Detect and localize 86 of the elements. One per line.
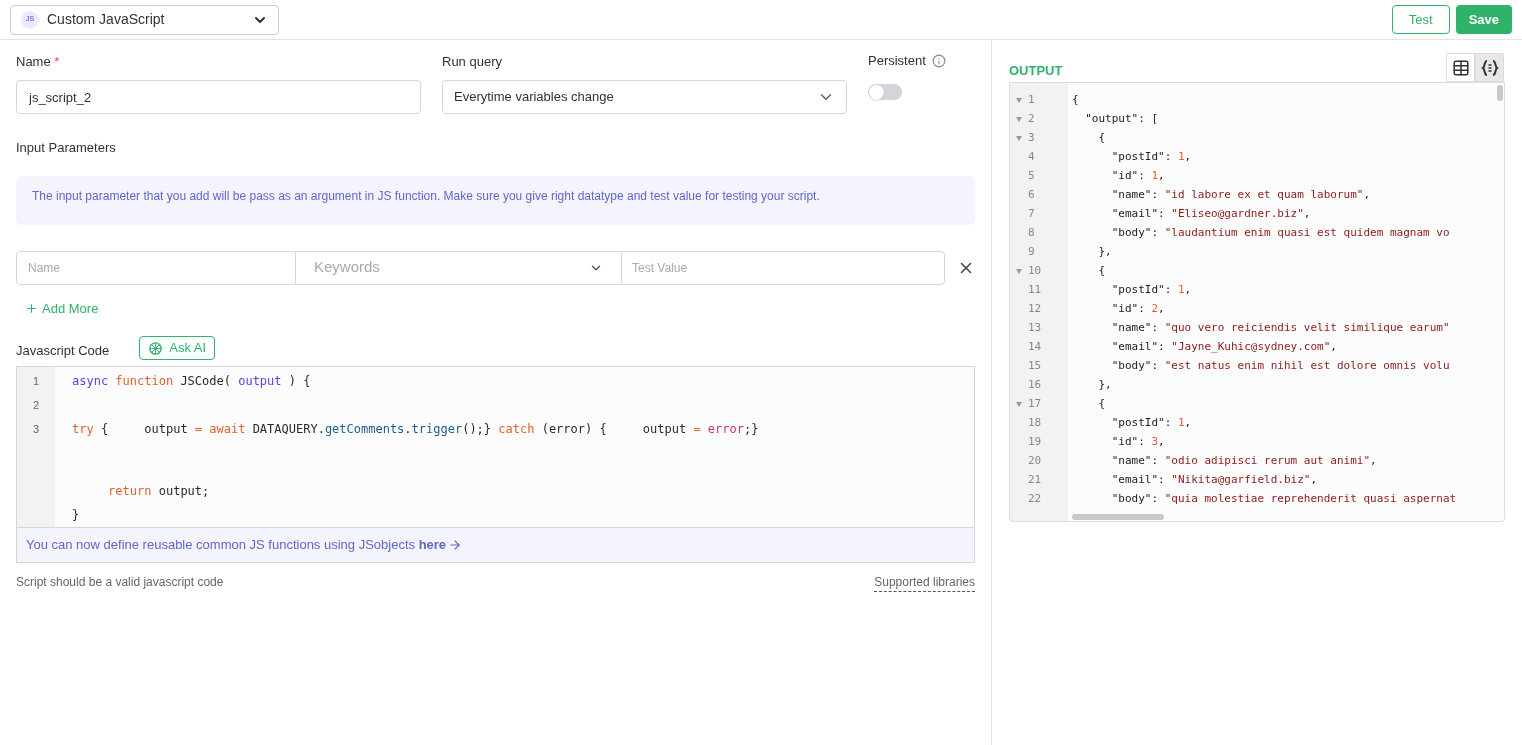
supported-libraries-link[interactable]: Supported libraries: [874, 573, 975, 592]
code-hint: Script should be a valid javascript code: [16, 574, 224, 591]
code-line: try { output = await DATAQUERY.getComments.trigger();} catch (error) { output = error;}: [72, 421, 759, 438]
json-line: "body": "est natus enim nihil est dolore omnis volu: [1110, 358, 1450, 375]
line-number: 3: [32, 421, 40, 437]
name-label: Name: [16, 54, 51, 69]
json-line: "postId": 1,: [1110, 282, 1192, 299]
line-number: 19: [1028, 434, 1043, 451]
code-label: Javascript Code: [16, 341, 110, 360]
json-line: },: [1097, 244, 1112, 261]
required-mark: *: [54, 54, 60, 69]
plus-icon: [25, 301, 38, 315]
line-number: 5: [1028, 168, 1036, 185]
table-view-button[interactable]: [1446, 53, 1475, 82]
keywords-select[interactable]: Keywords: [296, 250, 621, 285]
json-line: "postId": 1,: [1110, 415, 1192, 432]
braces-icon: [1480, 58, 1499, 77]
info-icon: [931, 54, 946, 68]
table-icon: [1451, 58, 1470, 77]
scrollbar-thumb[interactable]: [1497, 85, 1503, 101]
section-title: Input Parameters: [16, 139, 117, 157]
run-query-select[interactable]: Everytime variables change: [442, 80, 847, 114]
persistent-toggle[interactable]: [868, 84, 902, 100]
fold-arrow-icon[interactable]: [1016, 269, 1022, 274]
line-number: 2: [1028, 111, 1036, 128]
json-line: "postId": 1,: [1110, 149, 1192, 166]
json-line: },: [1097, 377, 1112, 394]
json-line: "body": "quia molestiae reprehenderit quasi aspernat: [1110, 491, 1457, 508]
json-line: "email": "Eliseo@gardner.biz",: [1110, 206, 1311, 223]
line-number: 21: [1028, 472, 1043, 489]
line-number: 16: [1028, 377, 1043, 394]
line-number: 1: [1028, 92, 1036, 109]
jsobjects-hint: You can now define reusable common JS functions using JSobjects here: [26, 536, 447, 555]
fold-arrow-icon[interactable]: [1016, 402, 1022, 407]
line-number: 13: [1028, 320, 1043, 337]
line-number: 11: [1028, 282, 1043, 299]
line-number: 14: [1028, 339, 1043, 356]
json-line: "name": "quo vero reiciendis velit similique earum": [1110, 320, 1450, 337]
fold-arrow-icon[interactable]: [1016, 117, 1022, 122]
json-line: "name": "id labore ex et quam laborum",: [1110, 187, 1371, 204]
code-line: return output;: [107, 483, 210, 500]
json-line: {: [1097, 130, 1106, 147]
line-number: 2: [32, 397, 40, 413]
json-view-button[interactable]: [1475, 53, 1504, 82]
json-line: "id": 1,: [1110, 168, 1165, 185]
json-line: {: [1097, 396, 1106, 413]
code-line: }: [72, 507, 80, 524]
source-label: Custom JavaScript: [47, 10, 166, 29]
line-number: 4: [1028, 149, 1036, 166]
json-line: "email": "Jayne_Kuhic@sydney.com",: [1110, 339, 1337, 356]
json-line: {: [1097, 263, 1106, 280]
line-number: 20: [1028, 453, 1043, 470]
line-number: 7: [1028, 206, 1036, 223]
line-number: 8: [1028, 225, 1036, 242]
line-number: 12: [1028, 301, 1043, 318]
line-number: 3: [1028, 130, 1036, 147]
json-line: "name": "odio adipisci rerum aut animi",: [1110, 453, 1377, 470]
output-title: OUTPUT: [1009, 61, 1063, 80]
persistent-label: Persistent: [868, 52, 926, 71]
json-line: "body": "laudantium enim quasi est quidem magnam vo: [1110, 225, 1450, 242]
save-button[interactable]: Save: [1455, 5, 1512, 34]
line-number: 18: [1028, 415, 1043, 432]
line-number: 15: [1028, 358, 1043, 375]
info-message: The input parameter that you add will be pass as an argument in JS function. Make sure you give right datatype and test value for testing your script.: [16, 175, 975, 225]
param-name-field[interactable]: Name: [16, 250, 296, 285]
fold-arrow-icon[interactable]: [1016, 98, 1022, 103]
json-line: "id": 2,: [1110, 301, 1165, 318]
script-name-field[interactable]: js_script_2: [16, 80, 421, 114]
fold-arrow-icon[interactable]: [1016, 136, 1022, 141]
ask-ai-button[interactable]: Ask AI: [139, 336, 216, 360]
json-line: "id": 3,: [1110, 434, 1165, 451]
line-number: 10: [1028, 263, 1043, 280]
line-number: 9: [1028, 244, 1036, 261]
line-number: 1: [32, 373, 40, 389]
line-number: 22: [1028, 491, 1043, 508]
scrollbar-thumb[interactable]: [1072, 514, 1164, 520]
test-value-field[interactable]: Test Value: [621, 250, 945, 285]
test-button[interactable]: Test: [1391, 5, 1450, 34]
code-line: async function JSCode( output ) {: [72, 373, 311, 390]
json-line: "email": "Nikita@garfield.biz",: [1110, 472, 1318, 489]
line-number: 6: [1028, 187, 1036, 204]
json-line: "output": [: [1084, 111, 1159, 128]
run-query-label: Run query: [442, 53, 503, 70]
json-line: {: [1072, 92, 1079, 109]
add-more-button[interactable]: Add More: [25, 298, 99, 318]
line-number: 17: [1028, 396, 1043, 413]
